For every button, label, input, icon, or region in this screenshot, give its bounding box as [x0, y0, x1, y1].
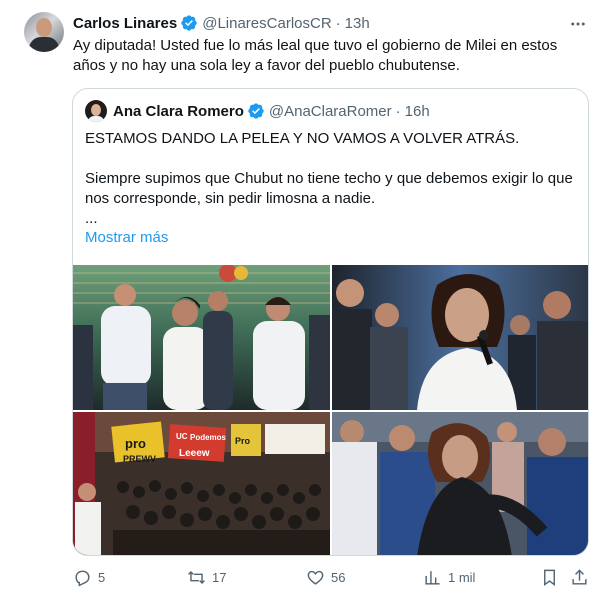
banner-text: Leeew [179, 448, 210, 459]
avatar-body [29, 37, 59, 52]
avatar-body [88, 116, 104, 122]
retweet-count: 17 [212, 569, 227, 585]
quoted-text-line: ESTAMOS DANDO LA PELEA Y NO VAMOS A VOLV… [85, 130, 520, 147]
reply-count: 5 [98, 569, 106, 585]
heart-icon [307, 570, 324, 585]
tweet-time[interactable]: 13h [345, 15, 370, 32]
quoted-author-avatar[interactable] [85, 100, 107, 122]
banner-text: UC [176, 432, 188, 441]
banner-text: Podemos [190, 433, 227, 442]
tweet[interactable]: Carlos Linares @LinaresCarlosCR · 13h Ay… [0, 0, 609, 599]
separator-dot: · [395, 102, 401, 120]
verified-badge-icon [181, 15, 197, 31]
quoted-text-line: Siempre supimos que Chubut no tiene tech… [85, 170, 573, 207]
banner-text: Pro [235, 436, 251, 446]
views-count: 1 mil [448, 569, 476, 585]
separator-dot: · [335, 14, 341, 32]
author-handle[interactable]: @LinaresCarlosCR [202, 15, 331, 32]
show-more-link[interactable]: Mostrar más [85, 229, 168, 246]
author-avatar[interactable] [24, 12, 64, 52]
quoted-tweet-text: ESTAMOS DANDO LA PELEA Y NO VAMOS A VOLV… [85, 129, 575, 229]
like-button[interactable]: 56 [306, 565, 345, 589]
like-count: 56 [331, 569, 346, 585]
quoted-tweet[interactable]: Ana Clara Romero @AnaClaraRomer · 16h ES… [72, 88, 589, 556]
share-icon [572, 568, 587, 585]
retweet-button[interactable]: 17 [187, 565, 226, 589]
quoted-tweet-time[interactable]: 16h [405, 103, 430, 120]
quoted-author-handle[interactable]: @AnaClaraRomer [269, 103, 392, 120]
action-bar: 5 17 56 1 mil [60, 565, 605, 589]
photo-speaker-microphone[interactable] [332, 265, 588, 410]
quoted-tweet-header: Ana Clara Romero @AnaClaraRomer · 16h [85, 100, 430, 122]
verified-badge-icon [248, 103, 264, 119]
reply-button[interactable]: 5 [73, 565, 105, 589]
avatar-face [36, 18, 52, 37]
photo-stage-group[interactable] [73, 265, 330, 410]
analytics-icon [425, 570, 440, 585]
bookmark-button[interactable] [540, 565, 559, 589]
tweet-text: Ay diputada! Usted fue lo más leal que t… [73, 37, 558, 74]
reply-icon [75, 570, 90, 587]
media-grid: pro PREWV UC Podemos Leeew Pro [73, 265, 588, 555]
banner-text: pro [125, 436, 146, 451]
more-options-icon[interactable] [568, 14, 588, 34]
photo-crowd-banners[interactable]: pro PREWV UC Podemos Leeew Pro [73, 412, 330, 555]
bookmark-icon [544, 569, 555, 586]
share-button[interactable] [570, 565, 589, 589]
author-name[interactable]: Carlos Linares [73, 15, 177, 32]
quoted-author-name[interactable]: Ana Clara Romero [113, 103, 244, 120]
views-button[interactable]: 1 mil [423, 565, 475, 589]
photo-embrace[interactable] [332, 412, 588, 555]
retweet-icon [188, 570, 205, 584]
avatar-face [91, 104, 101, 116]
banner-text: PREWV [123, 454, 156, 464]
quoted-text-line: ... [85, 210, 98, 227]
tweet-header: Carlos Linares @LinaresCarlosCR · 13h [73, 13, 370, 33]
quoted-text-line [85, 149, 575, 169]
